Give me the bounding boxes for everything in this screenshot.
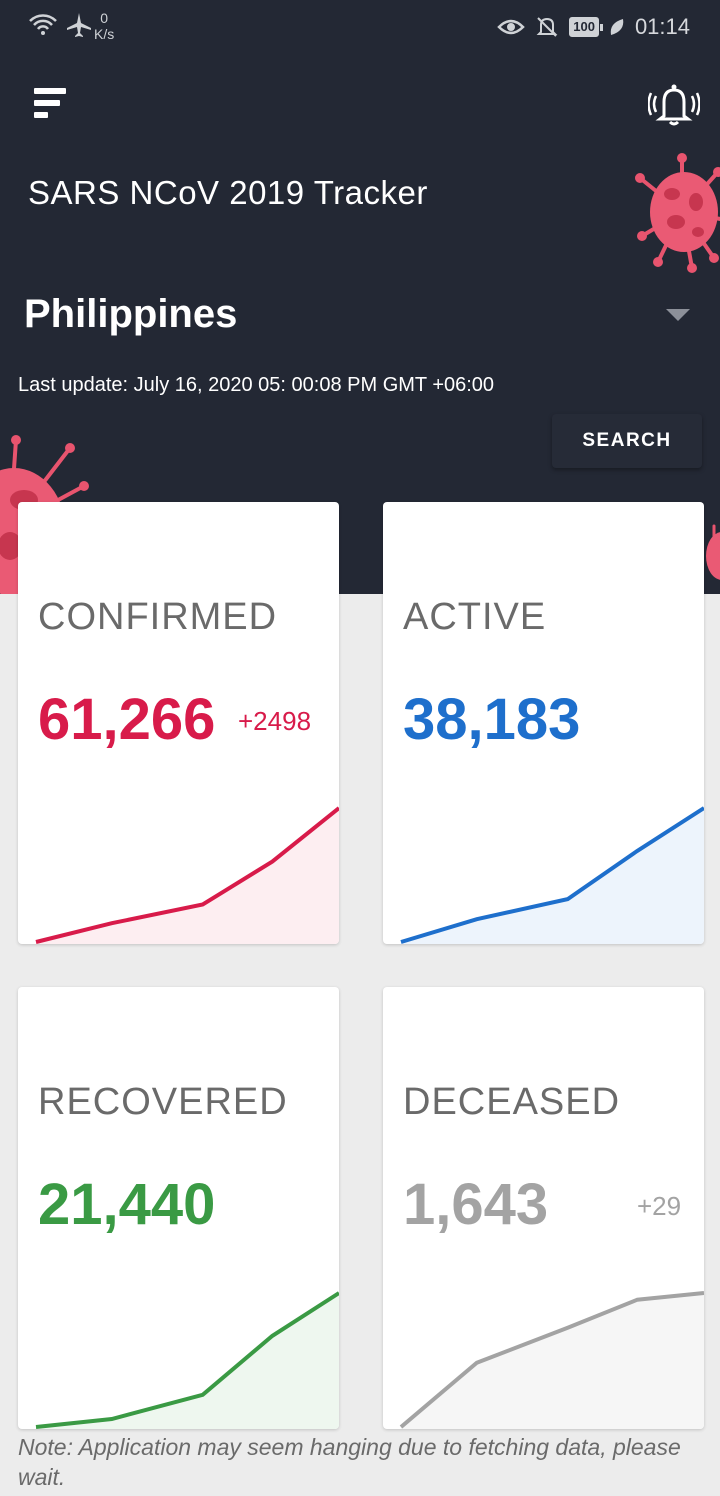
speed-value: 0: [100, 10, 109, 26]
card-label: DECEASED: [403, 1081, 621, 1123]
recovered-sparkline: [35, 1291, 339, 1429]
battery-icon: 100: [569, 17, 603, 37]
airplane-icon: [67, 13, 91, 37]
card-value: 21,440: [38, 1172, 216, 1237]
leaf-icon: [610, 19, 624, 35]
country-select[interactable]: Philippines: [24, 292, 237, 337]
card-value: 1,643: [403, 1172, 549, 1237]
chevron-down-icon[interactable]: [666, 309, 690, 321]
card-label: ACTIVE: [403, 596, 547, 638]
app-title: SARS NCoV 2019 Tracker: [28, 174, 428, 211]
menu-icon[interactable]: [34, 88, 68, 120]
status-right: 100 01:14: [497, 14, 690, 40]
last-update-text: Last update: July 16, 2020 05: 00:08 PM …: [18, 374, 495, 396]
search-button[interactable]: SEARCH: [552, 414, 702, 468]
deceased-card[interactable]: DECEASED 1,643 +29: [383, 987, 704, 1429]
card-label: CONFIRMED: [38, 596, 278, 638]
status-bar: 0 K/s 100 01:14: [0, 0, 720, 56]
sparkline-area: [36, 1293, 339, 1429]
deceased-sparkline: [399, 1291, 704, 1429]
card-label: RECOVERED: [38, 1081, 288, 1123]
clock: 01:14: [634, 14, 690, 39]
virus-illustration-icon: [635, 153, 720, 273]
loading-note: Note: Application may seem hanging due t…: [18, 1434, 681, 1490]
status-left: [28, 12, 92, 38]
card-value: 61,266: [38, 687, 216, 752]
sparkline-area: [401, 1293, 704, 1429]
confirmed-card[interactable]: CONFIRMED 61,266 +2498: [18, 502, 339, 944]
active-card[interactable]: ACTIVE 38,183: [383, 502, 704, 944]
bell-ringing-icon[interactable]: [648, 82, 700, 126]
bell-off-icon: [536, 17, 558, 37]
confirmed-sparkline: [35, 806, 339, 944]
wifi-icon: [29, 14, 57, 35]
card-value: 38,183: [403, 687, 581, 752]
active-sparkline: [400, 806, 704, 944]
card-delta: +29: [637, 1191, 682, 1221]
card-delta: +2498: [238, 706, 312, 736]
eye-icon: [497, 19, 526, 35]
recovered-card[interactable]: RECOVERED 21,440: [18, 987, 339, 1429]
sparkline-area: [36, 808, 339, 944]
speed-unit: K/s: [94, 26, 115, 42]
network-speed: 0 K/s: [94, 10, 114, 42]
sparkline-area: [401, 808, 704, 944]
